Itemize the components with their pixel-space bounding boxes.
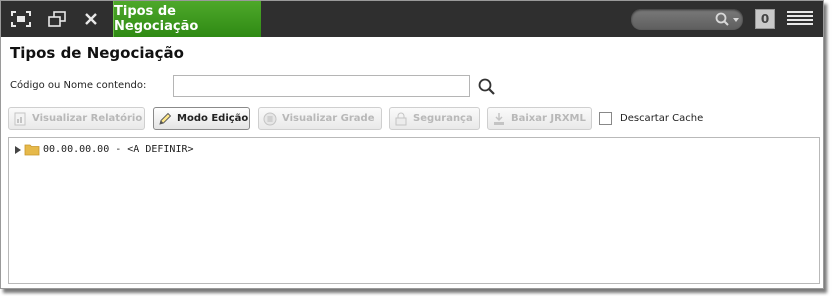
search-label: Código ou Nome contendo: [10,80,147,91]
tree-panel: 00.00.00.00 - <A DEFINIR> [8,137,820,284]
page-title: Tipos de Negociação [10,44,184,62]
folder-icon [24,144,40,156]
download-jrxml-button[interactable]: Baixar JRXML [487,107,592,130]
search-input[interactable] [173,75,470,97]
global-search-field[interactable] [631,9,743,30]
expand-arrow-icon[interactable] [15,145,21,154]
edit-mode-label: Modo Edição [177,113,249,124]
view-grid-label: Visualizar Grade [282,113,375,124]
restore-window-icon [48,11,66,27]
discard-cache-checkbox[interactable] [599,112,612,125]
security-label: Segurança [413,113,473,124]
tree-node-label: 00.00.00.00 - <A DEFINIR> [43,144,194,155]
grid-icon [263,112,277,125]
app-window: Tipos de Negociação 0 Tipos de Negociaçã… [0,0,824,289]
menu-icon[interactable] [787,11,813,27]
view-report-button[interactable]: Visualizar Relatório [8,107,145,130]
restore-window-button[interactable] [39,1,75,37]
security-button[interactable]: Segurança [389,107,480,130]
edit-mode-button[interactable]: Modo Edição [153,107,250,130]
close-icon [85,13,97,25]
discard-cache-label: Descartar Cache [620,113,704,124]
notification-badge[interactable]: 0 [755,9,775,29]
close-button[interactable] [73,1,109,37]
top-bar: Tipos de Negociação 0 [1,1,823,37]
search-icon [715,12,729,26]
lock-icon [395,112,407,125]
discard-cache-option[interactable]: Descartar Cache [599,112,703,125]
download-jrxml-label: Baixar JRXML [511,113,586,124]
view-report-label: Visualizar Relatório [32,113,143,124]
search-button[interactable] [477,77,497,97]
tab-tipos-de-negociacao[interactable]: Tipos de Negociação [113,1,261,37]
maximize-icon [11,11,31,27]
report-icon [14,112,26,125]
maximize-button[interactable] [3,1,39,37]
search-icon [478,78,495,95]
chevron-down-icon [733,18,739,22]
pencil-icon [159,112,172,125]
view-grid-button[interactable]: Visualizar Grade [258,107,382,130]
tree-node[interactable]: 00.00.00.00 - <A DEFINIR> [15,143,194,156]
download-icon [494,112,504,125]
